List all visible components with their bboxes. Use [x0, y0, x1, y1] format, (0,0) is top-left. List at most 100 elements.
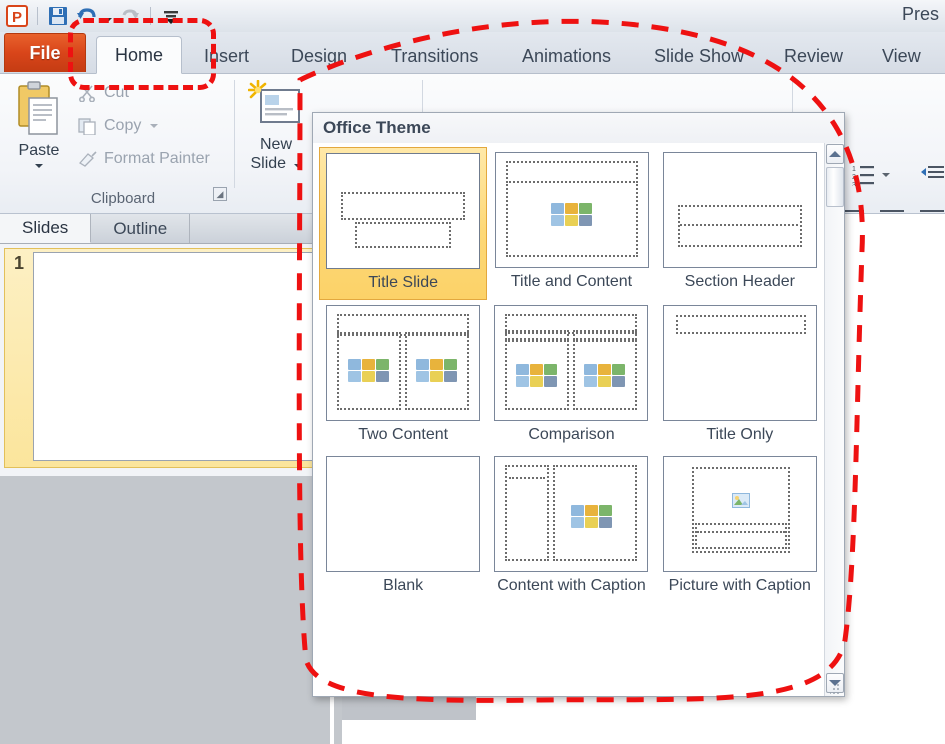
tab-insert[interactable]: Insert — [190, 38, 263, 74]
pane-tab-filler — [190, 214, 330, 243]
tab-slide-show[interactable]: Slide Show — [640, 38, 758, 74]
new-slide-label-line2: Slide — [250, 155, 287, 172]
picture-icon — [550, 215, 564, 226]
new-slide-icon — [248, 80, 300, 123]
placeholder-title — [341, 192, 466, 220]
scissors-icon — [79, 85, 95, 102]
clipboard-dialog-launcher-icon[interactable]: ◢ — [213, 187, 227, 201]
powerpoint-window: P Pres File Home Insert Design Transitio… — [0, 0, 945, 744]
layout-label-two-content: Two Content — [358, 426, 449, 443]
tab-file[interactable]: File — [4, 33, 86, 72]
tab-slides[interactable]: Slides — [0, 214, 92, 243]
new-slide-button[interactable]: New Slide — [243, 80, 309, 184]
qat-divider-2 — [150, 7, 151, 25]
layout-label-content-with-caption: Content with Caption — [497, 577, 646, 594]
copy-label: Copy — [104, 117, 142, 134]
layout-item-section-header[interactable]: Section Header — [656, 147, 824, 300]
cut-label: Cut — [104, 84, 129, 101]
content-cluster-icon-left — [516, 364, 558, 387]
layout-item-title-slide[interactable]: Title Slide — [319, 147, 488, 300]
format-painter-button[interactable]: Format Painter — [78, 150, 210, 168]
gallery-items-grid: Title Slide Title and Content Section He… — [313, 143, 824, 696]
placeholder-caption-left — [505, 330, 570, 340]
slide-thumbnail-preview[interactable] — [33, 252, 317, 461]
tab-animations[interactable]: Animations — [508, 38, 625, 74]
layout-item-blank[interactable]: Blank — [319, 451, 487, 602]
tab-outline[interactable]: Outline — [91, 214, 191, 243]
svg-text:1: 1 — [852, 166, 856, 173]
gallery-row: Blank Content with Caption Picture with … — [319, 451, 824, 602]
clipboard-group-label: Clipboard — [90, 190, 156, 207]
tab-home[interactable]: Home — [96, 36, 182, 74]
clipart-icon — [564, 215, 578, 226]
layout-item-comparison[interactable]: Comparison — [487, 300, 655, 451]
layout-label-title-and-content: Title and Content — [510, 273, 633, 290]
slide-thumbnail-list[interactable]: 1 — [0, 244, 330, 476]
layout-thumb-two-content — [326, 305, 481, 421]
numbering-button[interactable]: 1 2 3 — [852, 164, 890, 186]
copy-button[interactable]: Copy — [78, 117, 159, 135]
window-title: Pres — [901, 4, 939, 24]
tab-transitions[interactable]: Transitions — [377, 38, 492, 74]
placeholder-subtitle — [355, 222, 452, 248]
layout-item-title-only[interactable]: Title Only — [656, 300, 824, 451]
layout-item-content-with-caption[interactable]: Content with Caption — [487, 451, 655, 602]
paste-button[interactable]: Paste — [8, 80, 70, 184]
table-icon — [550, 203, 564, 214]
tab-design[interactable]: Design — [277, 38, 361, 74]
tab-review[interactable]: Review — [770, 38, 857, 74]
gallery-scrollbar[interactable] — [824, 143, 844, 696]
cut-button[interactable]: Cut — [78, 84, 129, 102]
slide-number: 1 — [13, 253, 24, 273]
layout-gallery-dropdown[interactable]: Office Theme Title Slide Title and Conte… — [312, 112, 845, 697]
content-cluster-icon-left — [348, 359, 390, 382]
svg-text:P: P — [12, 9, 22, 26]
new-slide-dropdown-icon[interactable] — [293, 164, 302, 168]
layout-item-title-and-content[interactable]: Title and Content — [487, 147, 655, 300]
customize-qat-icon[interactable] — [158, 3, 184, 29]
format-painter-label: Format Painter — [104, 150, 210, 167]
smartart-icon — [578, 203, 592, 214]
layout-thumb-title-only — [662, 305, 817, 421]
svg-text:3: 3 — [852, 182, 856, 186]
paste-dropdown-icon[interactable] — [35, 164, 43, 168]
quick-access-toolbar: P Pres — [0, 0, 945, 32]
slide-thumbnail-item[interactable]: 1 — [4, 248, 322, 468]
layout-label-blank: Blank — [383, 577, 424, 594]
gallery-row: Title Slide Title and Content Section He… — [319, 147, 824, 300]
save-icon[interactable] — [45, 3, 71, 29]
placeholder-caption-text — [509, 477, 546, 479]
copy-dropdown-icon[interactable] — [150, 124, 159, 128]
undo-icon[interactable] — [73, 3, 99, 29]
ribbon-tab-strip: File Home Insert Design Transitions Anim… — [0, 32, 945, 74]
layout-label-title-only: Title Only — [706, 426, 774, 443]
redo-icon[interactable] — [117, 3, 143, 29]
placeholder-caption-right — [573, 330, 638, 340]
placeholder-text-divider — [679, 224, 798, 226]
chart-icon — [564, 203, 578, 214]
gallery-resize-grip-icon[interactable] — [829, 683, 842, 695]
content-cluster-icon-right — [584, 364, 626, 387]
layout-item-two-content[interactable]: Two Content — [319, 300, 487, 451]
slides-outline-tabs: Slides Outline — [0, 214, 330, 244]
tab-view[interactable]: View — [868, 38, 935, 74]
content-cluster-icon — [571, 505, 613, 528]
paste-icon — [18, 81, 58, 135]
placeholder-caption — [505, 465, 550, 561]
decrease-indent-button[interactable] — [920, 164, 944, 184]
layout-item-picture-with-caption[interactable]: Picture with Caption — [656, 451, 824, 602]
powerpoint-logo-icon[interactable]: P — [4, 3, 30, 29]
placeholder-title — [675, 315, 806, 334]
layout-thumb-comparison — [494, 305, 649, 421]
undo-dropdown-icon[interactable] — [101, 3, 115, 29]
content-cluster-icon — [550, 203, 592, 226]
layout-thumb-blank — [326, 456, 481, 572]
scrollbar-thumb[interactable] — [826, 167, 844, 207]
chevron-up-icon — [829, 151, 841, 157]
numbering-dropdown-icon[interactable] — [882, 173, 890, 177]
paste-label: Paste — [18, 142, 60, 159]
slides-pane: Slides Outline 1 — [0, 214, 330, 744]
placeholder-title — [505, 161, 638, 183]
scroll-up-button[interactable] — [826, 144, 844, 164]
media-icon — [578, 215, 592, 226]
